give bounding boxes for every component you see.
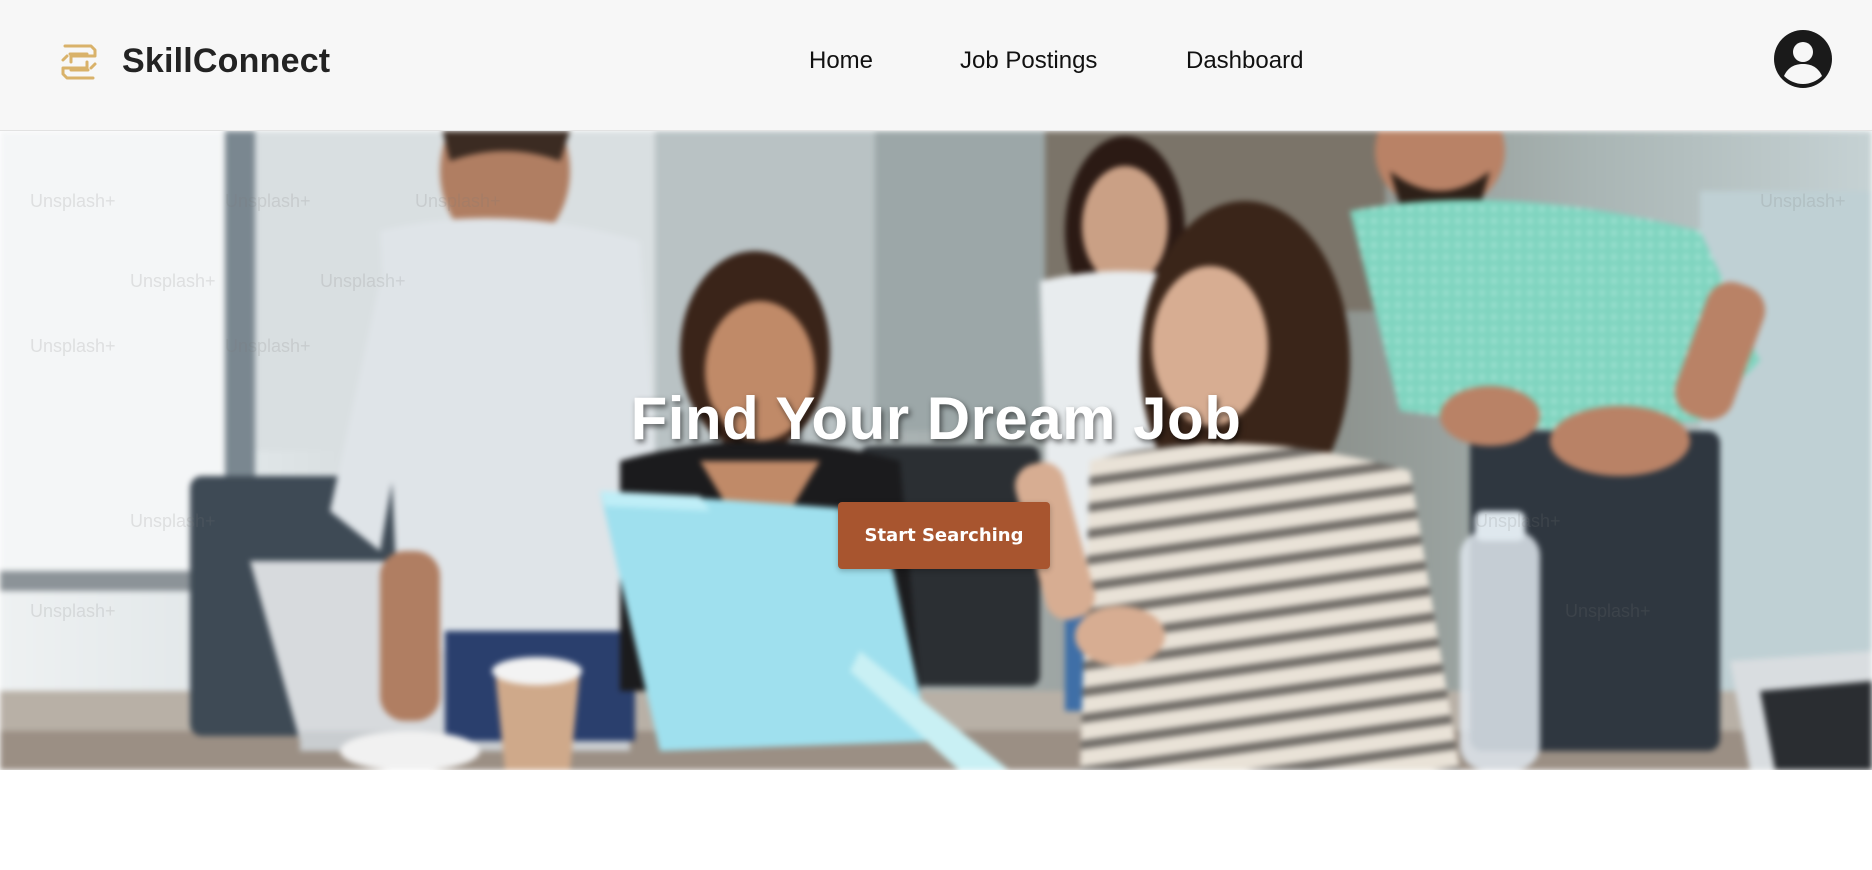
nav-link-job-postings[interactable]: Job Postings bbox=[960, 47, 1097, 75]
hero-section: Unsplash+ Unsplash+ Unsplash+ Unsplash+ … bbox=[0, 131, 1872, 770]
skillconnect-logo-icon bbox=[61, 44, 97, 79]
start-searching-button[interactable]: Start Searching bbox=[838, 502, 1050, 569]
user-avatar-icon bbox=[1774, 30, 1832, 88]
navbar: SkillConnect Home Job Postings Dashboard bbox=[0, 0, 1872, 131]
brand-name: SkillConnect bbox=[122, 41, 331, 80]
nav-link-dashboard[interactable]: Dashboard bbox=[1186, 47, 1303, 75]
nav-link-home[interactable]: Home bbox=[809, 47, 873, 75]
brand[interactable]: SkillConnect bbox=[57, 38, 330, 84]
hero-title: Find Your Dream Job bbox=[630, 385, 1242, 452]
profile-button[interactable] bbox=[1774, 30, 1832, 88]
